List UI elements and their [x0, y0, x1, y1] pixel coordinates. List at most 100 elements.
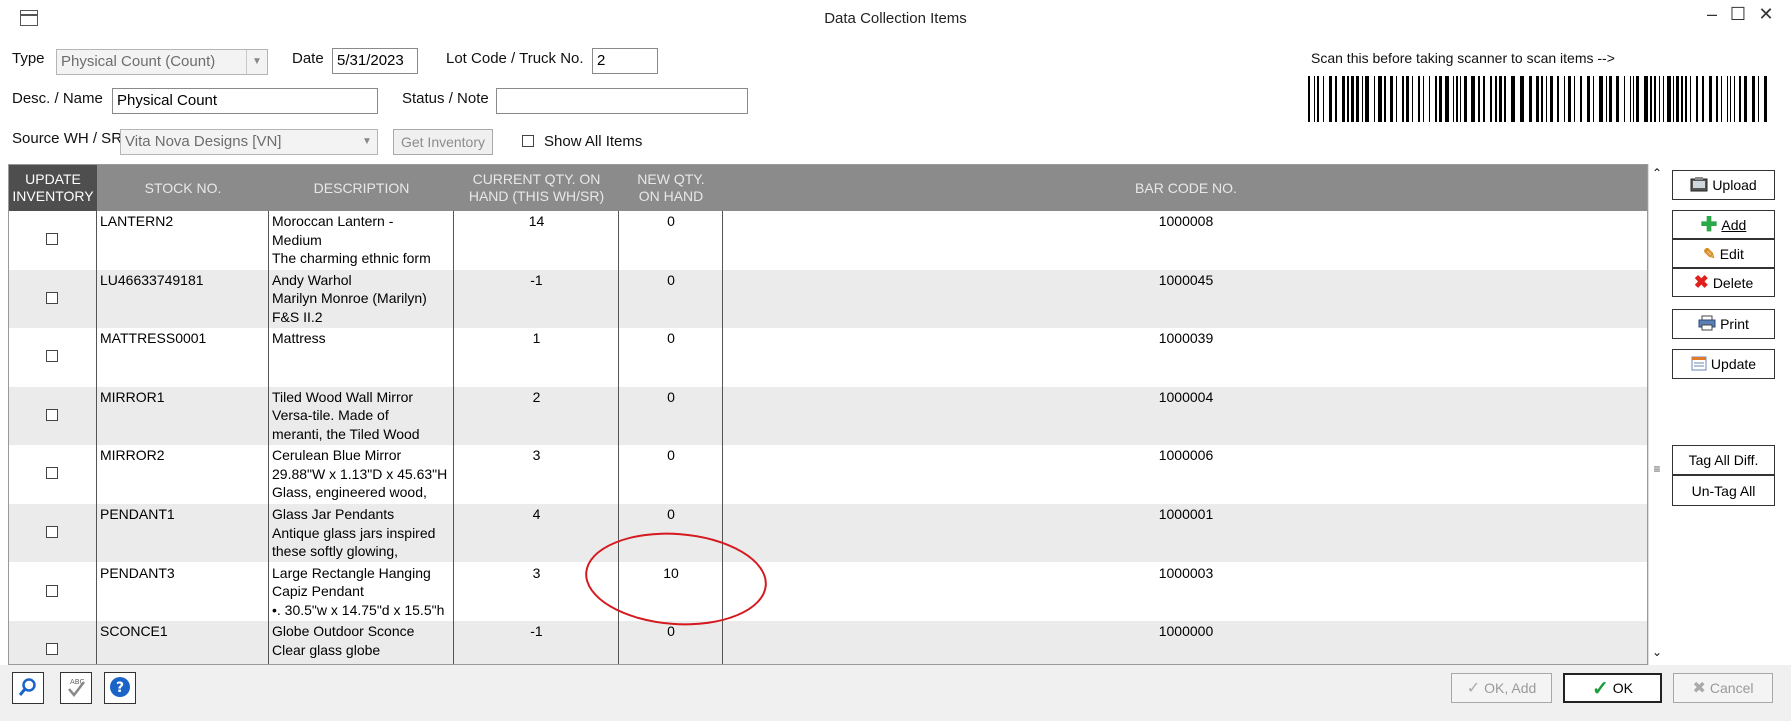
current-qty-cell[interactable]: 3 — [454, 445, 619, 503]
description-cell[interactable]: Mattress — [272, 328, 454, 386]
desc-name-field[interactable]: Physical Count — [112, 88, 378, 114]
description-cell[interactable]: Globe Outdoor Sconce Clear glass globe — [272, 621, 454, 664]
status-note-field[interactable] — [496, 88, 748, 114]
new-qty-cell[interactable]: 10 — [619, 563, 723, 621]
update-inventory-checkbox[interactable] — [46, 526, 58, 538]
bar-code-cell[interactable]: 1000001 — [723, 504, 1647, 562]
table-header: UPDATE INVENTORY STOCK NO. DESCRIPTION C… — [9, 165, 1647, 211]
bar-code-cell[interactable]: 1000006 — [723, 445, 1647, 503]
new-qty-cell[interactable]: 0 — [619, 621, 723, 664]
scroll-thumb[interactable]: ≡ — [1652, 462, 1662, 476]
update-inventory-checkbox[interactable] — [46, 233, 58, 245]
current-qty-cell[interactable]: 4 — [454, 504, 619, 562]
barcode-bar — [1308, 76, 1310, 122]
source-dropdown[interactable]: Vita Nova Designs [VN] ▼ — [120, 129, 378, 155]
update-inventory-checkbox[interactable] — [46, 291, 58, 304]
new-qty-cell[interactable]: 0 — [619, 387, 723, 445]
column-bar-code-no[interactable]: BAR CODE NO. — [723, 165, 1647, 211]
stock-no-cell[interactable]: PENDANT1 — [100, 504, 269, 562]
table-row[interactable]: PENDANT3 Large Rectangle Hanging Capiz Pen… — [9, 563, 1647, 621]
get-inventory-button[interactable]: Get Inventory — [393, 129, 493, 155]
current-qty-cell[interactable]: 2 — [454, 387, 619, 445]
table-row[interactable]: MIRROR2 Cerulean Blue Mirror 29.88"W x 1.1… — [9, 445, 1647, 503]
bar-code-cell[interactable]: 1000004 — [723, 387, 1647, 445]
print-button[interactable]: Print — [1672, 309, 1775, 339]
stock-no-cell[interactable]: MATTRESS0001 — [100, 328, 269, 386]
delete-button[interactable]: ✖ Delete — [1672, 268, 1775, 297]
spellcheck-button[interactable]: ABC — [60, 672, 92, 704]
type-dropdown[interactable]: Physical Count (Count) ▼ — [56, 49, 268, 75]
description-cell[interactable]: Moroccan Lantern - Medium The charming eth… — [272, 211, 454, 269]
bar-code-cell[interactable]: 1000039 — [723, 328, 1647, 386]
column-description[interactable]: DESCRIPTION — [269, 165, 454, 211]
bar-code-cell[interactable]: 1000003 — [723, 563, 1647, 621]
search-button[interactable] — [12, 672, 44, 704]
bar-code-cell[interactable]: 1000045 — [723, 270, 1647, 328]
new-qty-cell[interactable]: 0 — [619, 504, 723, 562]
description-line: •. 30.5"w x 14.75"d x 15.5"h — [272, 601, 445, 618]
maximize-button[interactable]: ☐ — [1726, 4, 1750, 25]
update-inventory-checkbox[interactable] — [46, 350, 58, 363]
tag-all-diff-button[interactable]: Tag All Diff. — [1672, 445, 1775, 475]
bar-code-cell[interactable]: 1000000 — [723, 621, 1647, 664]
update-button[interactable]: Update — [1672, 349, 1775, 379]
date-field[interactable]: 5/31/2023 — [332, 48, 418, 74]
new-qty-cell[interactable]: 0 — [619, 211, 723, 269]
table-scrollbar[interactable]: ⌃ ≡ ⌄ — [1648, 164, 1665, 665]
add-button[interactable]: ✚ Add — [1672, 210, 1775, 239]
table-row[interactable]: LU46633749181 Andy Warhol Marilyn Monroe (… — [9, 269, 1647, 328]
column-stock-no[interactable]: STOCK NO. — [97, 165, 269, 211]
untag-all-button[interactable]: Un-Tag All — [1672, 475, 1775, 506]
table-row[interactable]: LANTERN2 Moroccan Lantern - Medium The char… — [9, 211, 1647, 269]
bar-code-cell[interactable]: 1000008 — [723, 211, 1647, 269]
chevron-down-icon[interactable]: ▼ — [357, 130, 377, 154]
stock-no-cell[interactable]: LANTERN2 — [100, 211, 269, 269]
current-qty-cell[interactable]: -1 — [454, 621, 619, 664]
show-all-items-checkbox[interactable] — [522, 135, 534, 147]
barcode-bar — [1362, 76, 1363, 122]
stock-no-cell[interactable]: PENDANT3 — [100, 563, 269, 621]
update-inventory-checkbox[interactable] — [46, 584, 58, 597]
current-qty-cell[interactable]: 1 — [454, 328, 619, 386]
scroll-down-icon[interactable]: ⌄ — [1649, 645, 1665, 659]
update-inventory-checkbox[interactable] — [46, 643, 58, 656]
lot-code-field[interactable]: 2 — [592, 48, 658, 74]
description-cell[interactable]: Large Rectangle Hanging Capiz Pendant •. 3… — [272, 563, 454, 621]
table-row[interactable]: SCONCE1 Globe Outdoor Sconce Clear glass g… — [9, 621, 1647, 664]
stock-no-cell[interactable]: SCONCE1 — [100, 621, 269, 664]
close-button[interactable]: ✕ — [1754, 4, 1778, 25]
current-qty-cell[interactable]: -1 — [454, 270, 619, 328]
ok-add-button[interactable]: ✓ OK, Add — [1451, 673, 1552, 703]
description-cell[interactable]: Andy Warhol Marilyn Monroe (Marilyn) F&S I… — [272, 270, 454, 328]
description-cell[interactable]: Glass Jar Pendants Antique glass jars ins… — [272, 504, 454, 562]
new-qty-cell[interactable]: 0 — [619, 445, 723, 503]
update-inventory-checkbox[interactable] — [46, 467, 58, 480]
new-qty-cell[interactable]: 0 — [619, 270, 723, 328]
items-table: UPDATE INVENTORY STOCK NO. DESCRIPTION C… — [8, 164, 1648, 665]
help-button[interactable]: ? — [104, 672, 136, 704]
barcode-bar — [1673, 76, 1674, 122]
current-qty-cell[interactable]: 14 — [454, 211, 619, 269]
column-update-inventory[interactable]: UPDATE INVENTORY — [9, 165, 97, 211]
scroll-up-icon[interactable]: ⌃ — [1649, 166, 1665, 180]
minimize-button[interactable]: – — [1700, 4, 1724, 25]
table-row[interactable]: PENDANT1 Glass Jar Pendants Antique glass … — [9, 504, 1647, 562]
stock-no-cell[interactable]: MIRROR1 — [100, 387, 269, 445]
column-current-qty[interactable]: CURRENT QTY. ON HAND (THIS WH/SR) — [454, 165, 619, 211]
description-cell[interactable]: Cerulean Blue Mirror 29.88"W x 1.13"D x 4… — [272, 445, 454, 503]
delete-icon: ✖ — [1693, 272, 1709, 292]
chevron-down-icon[interactable]: ▼ — [246, 50, 267, 74]
cancel-button[interactable]: ✖ Cancel — [1673, 673, 1773, 703]
new-qty-cell[interactable]: 0 — [619, 328, 723, 386]
update-inventory-checkbox[interactable] — [46, 408, 58, 421]
table-row[interactable]: MATTRESS0001 Mattress 1 0 1000039 — [9, 328, 1647, 386]
stock-no-cell[interactable]: MIRROR2 — [100, 445, 269, 503]
description-cell[interactable]: Tiled Wood Wall Mirror Versa-tile. Made o… — [272, 387, 454, 445]
upload-button[interactable]: Upload — [1672, 170, 1775, 200]
edit-button[interactable]: ✎ Edit — [1672, 239, 1775, 268]
column-new-qty[interactable]: NEW QTY. ON HAND — [619, 165, 723, 211]
stock-no-cell[interactable]: LU46633749181 — [100, 270, 269, 328]
ok-button[interactable]: ✓ OK — [1563, 673, 1662, 703]
table-row[interactable]: MIRROR1 Tiled Wood Wall Mirror Versa-tile.… — [9, 386, 1647, 445]
current-qty-cell[interactable]: 3 — [454, 563, 619, 621]
